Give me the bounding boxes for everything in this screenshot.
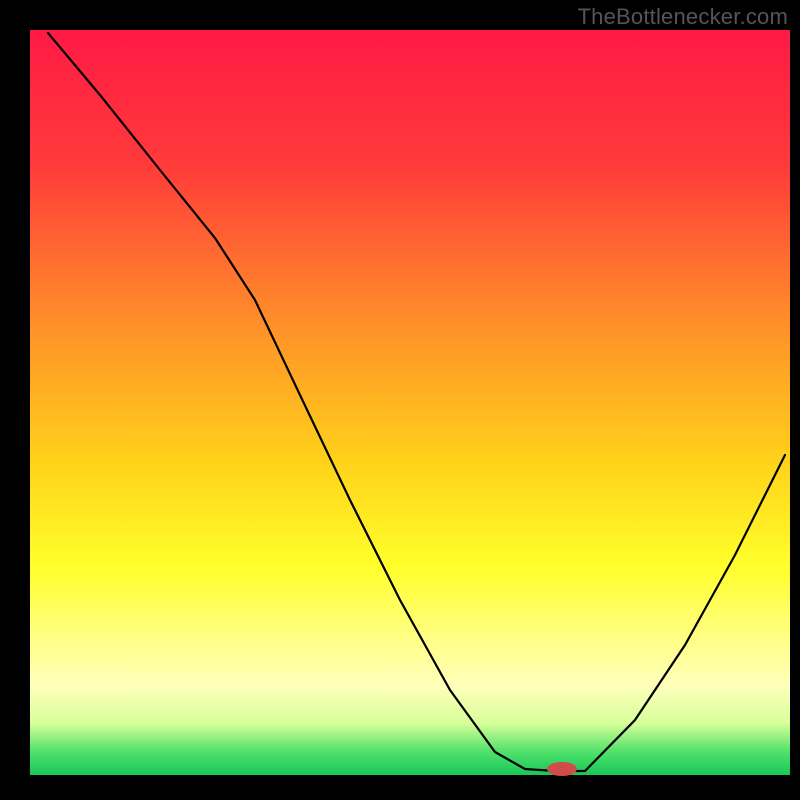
bottleneck-curve-chart (0, 0, 800, 800)
optimal-point-marker (547, 762, 577, 776)
watermark-label: TheBottlenecker.com (578, 4, 788, 30)
plot-background (30, 30, 790, 775)
chart-stage (0, 0, 800, 800)
